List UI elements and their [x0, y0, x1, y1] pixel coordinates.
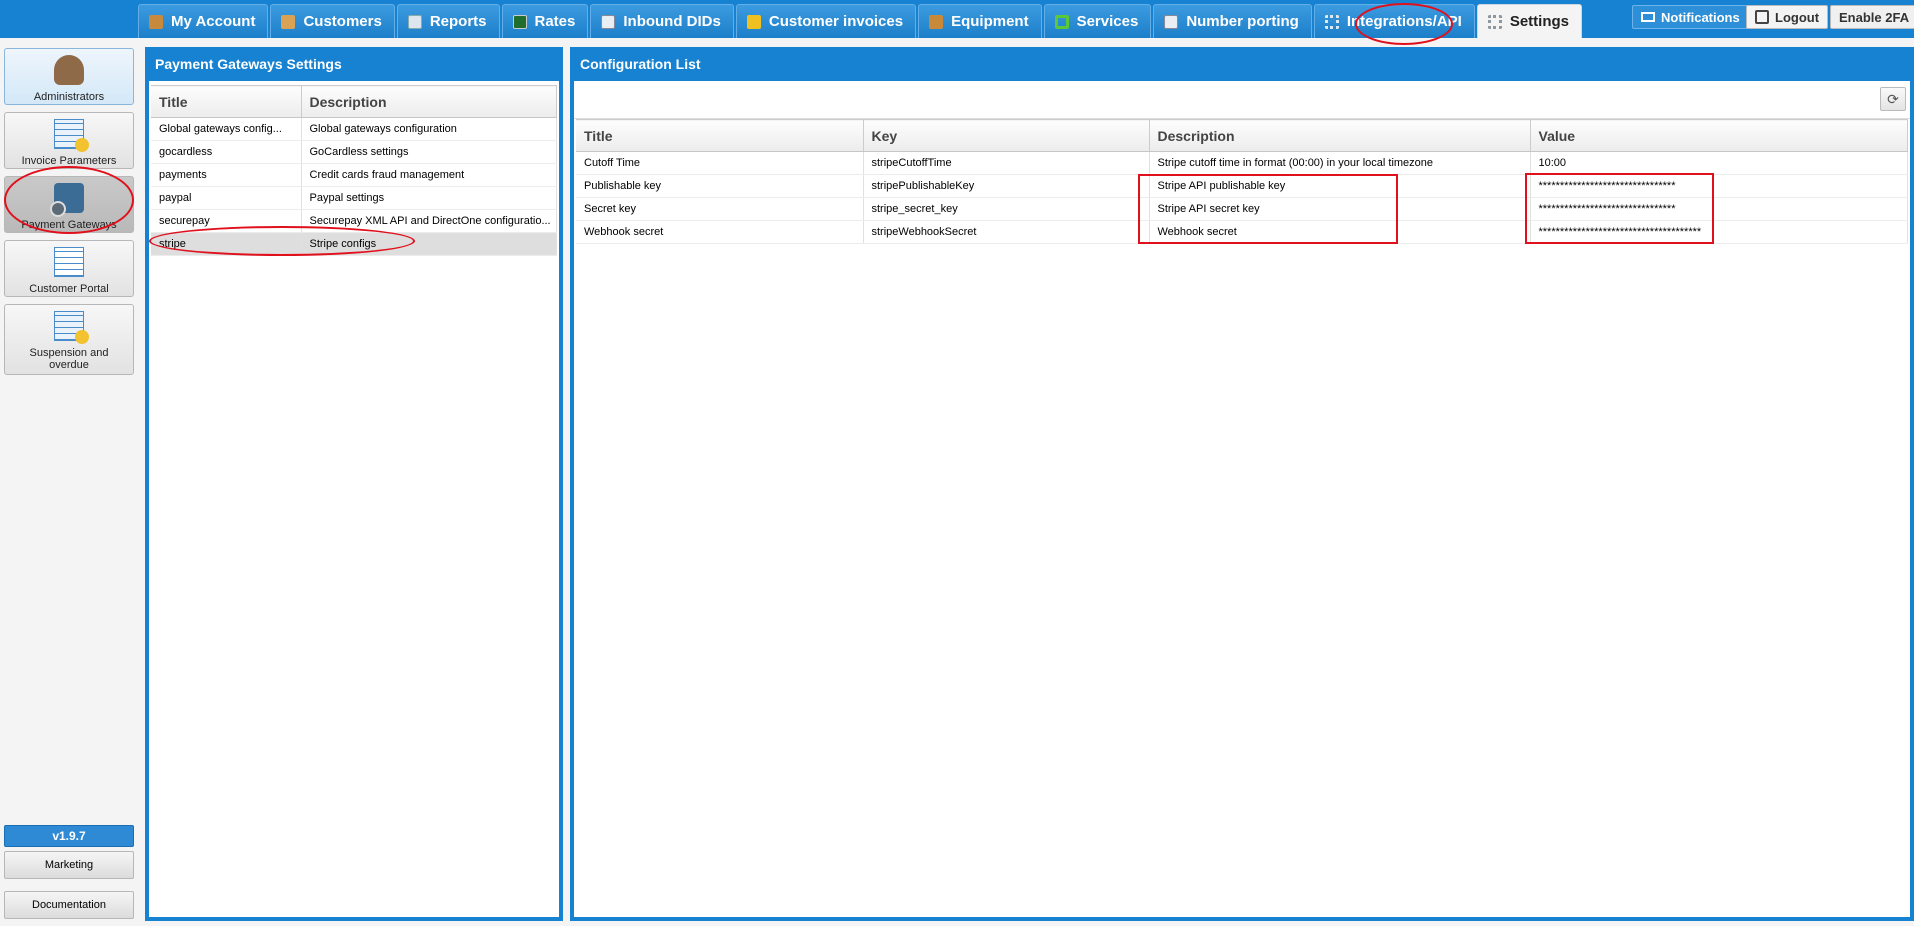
- sidebar-item-invoice-parameters[interactable]: Invoice Parameters: [4, 112, 134, 169]
- config-table: Title Key Description Value Cutoff Time s…: [576, 119, 1908, 244]
- tab-my-account[interactable]: My Account: [138, 4, 269, 38]
- table-row[interactable]: securepay Securepay XML API and DirectOne…: [151, 209, 557, 233]
- column-header-title[interactable]: Title: [576, 119, 864, 152]
- payment-gateways-panel: Payment Gateways Settings Title Descript…: [145, 47, 563, 921]
- sidebar-footer: v1.9.7 Marketing Documentation: [4, 825, 134, 919]
- column-header-description[interactable]: Description: [1149, 119, 1531, 152]
- refresh-circle-icon: [1054, 14, 1069, 29]
- gears-icon: [1487, 14, 1502, 29]
- configuration-list-panel: Configuration List ⟳ Title Key Descripti…: [570, 47, 1914, 921]
- column-header-title[interactable]: Title: [151, 85, 302, 118]
- config-toolbar: ⟳: [574, 81, 1910, 119]
- table-row[interactable]: Secret key stripe_secret_key Stripe API se…: [576, 197, 1908, 221]
- logout-icon: [1755, 10, 1769, 24]
- credit-card-icon: [50, 183, 84, 217]
- top-bar: My Account Customers Reports Rates Inbou…: [0, 0, 1914, 38]
- table-row[interactable]: Publishable key stripePublishableKey Strip…: [576, 174, 1908, 198]
- tab-inbound-dids[interactable]: Inbound DIDs: [590, 4, 734, 38]
- gateways-table: Title Description Global gateways config…: [151, 85, 557, 256]
- sidebar-item-payment-gateways[interactable]: Payment Gateways: [4, 176, 134, 233]
- envelope-icon: [1641, 12, 1655, 22]
- documentation-button[interactable]: Documentation: [4, 891, 134, 919]
- tab-reports[interactable]: Reports: [396, 4, 500, 38]
- tab-settings[interactable]: Settings: [1476, 4, 1583, 38]
- panel-title: Configuration List: [570, 47, 1914, 81]
- invoice-grid-icon: [54, 119, 89, 152]
- version-badge[interactable]: v1.9.7: [4, 825, 134, 847]
- tab-number-porting[interactable]: Number porting: [1153, 4, 1312, 38]
- notifications-button[interactable]: Notifications: [1632, 5, 1749, 29]
- panel-title: Payment Gateways Settings: [145, 47, 563, 81]
- table-row[interactable]: Webhook secret stripeWebhookSecret Webhook…: [576, 220, 1908, 244]
- dids-icon: [601, 14, 616, 29]
- enable-2fa-button[interactable]: Enable 2FA: [1830, 5, 1914, 29]
- table-row-selected[interactable]: stripe Stripe configs: [151, 232, 557, 256]
- column-header-value[interactable]: Value: [1530, 119, 1908, 152]
- box-icon: [929, 14, 944, 29]
- sidebar-item-customer-portal[interactable]: Customer Portal: [4, 240, 134, 297]
- gear-icon: [1324, 14, 1339, 29]
- table-row[interactable]: gocardless GoCardless settings: [151, 140, 557, 164]
- tab-rates[interactable]: Rates: [501, 4, 589, 38]
- portal-list-icon: [54, 247, 84, 277]
- settings-sidebar: Administrators Invoice Parameters Paymen…: [4, 48, 134, 382]
- tab-integrations-api[interactable]: Integrations/API: [1313, 4, 1475, 38]
- coins-icon: [746, 14, 761, 29]
- table-row[interactable]: Global gateways config... Global gateways…: [151, 117, 557, 141]
- logout-button[interactable]: Logout: [1746, 5, 1829, 29]
- tab-customer-invoices[interactable]: Customer invoices: [735, 4, 917, 38]
- table-row[interactable]: Cutoff Time stripeCutoffTime Stripe cutoff…: [576, 151, 1908, 175]
- marketing-button[interactable]: Marketing: [4, 851, 134, 879]
- tab-equipment[interactable]: Equipment: [918, 4, 1042, 38]
- tab-services[interactable]: Services: [1043, 4, 1152, 38]
- table-row[interactable]: payments Credit cards fraud management: [151, 163, 557, 187]
- table-row[interactable]: paypal Paypal settings: [151, 186, 557, 210]
- main-tabs: My Account Customers Reports Rates Inbou…: [138, 4, 1583, 38]
- tab-customers[interactable]: Customers: [270, 4, 395, 38]
- phone-icon: [1164, 14, 1179, 29]
- reports-icon: [407, 14, 422, 29]
- sidebar-item-administrators[interactable]: Administrators: [4, 48, 134, 105]
- administrator-icon: [54, 55, 84, 85]
- refresh-button[interactable]: ⟳: [1880, 87, 1906, 111]
- rates-icon: [512, 14, 527, 29]
- sidebar-item-suspension-overdue[interactable]: Suspension and overdue: [4, 304, 134, 375]
- customers-icon: [281, 14, 296, 29]
- refresh-icon: ⟳: [1887, 90, 1899, 107]
- suspension-grid-icon: [54, 311, 89, 344]
- account-icon: [149, 14, 163, 29]
- column-header-description[interactable]: Description: [301, 85, 557, 118]
- column-header-key[interactable]: Key: [863, 119, 1150, 152]
